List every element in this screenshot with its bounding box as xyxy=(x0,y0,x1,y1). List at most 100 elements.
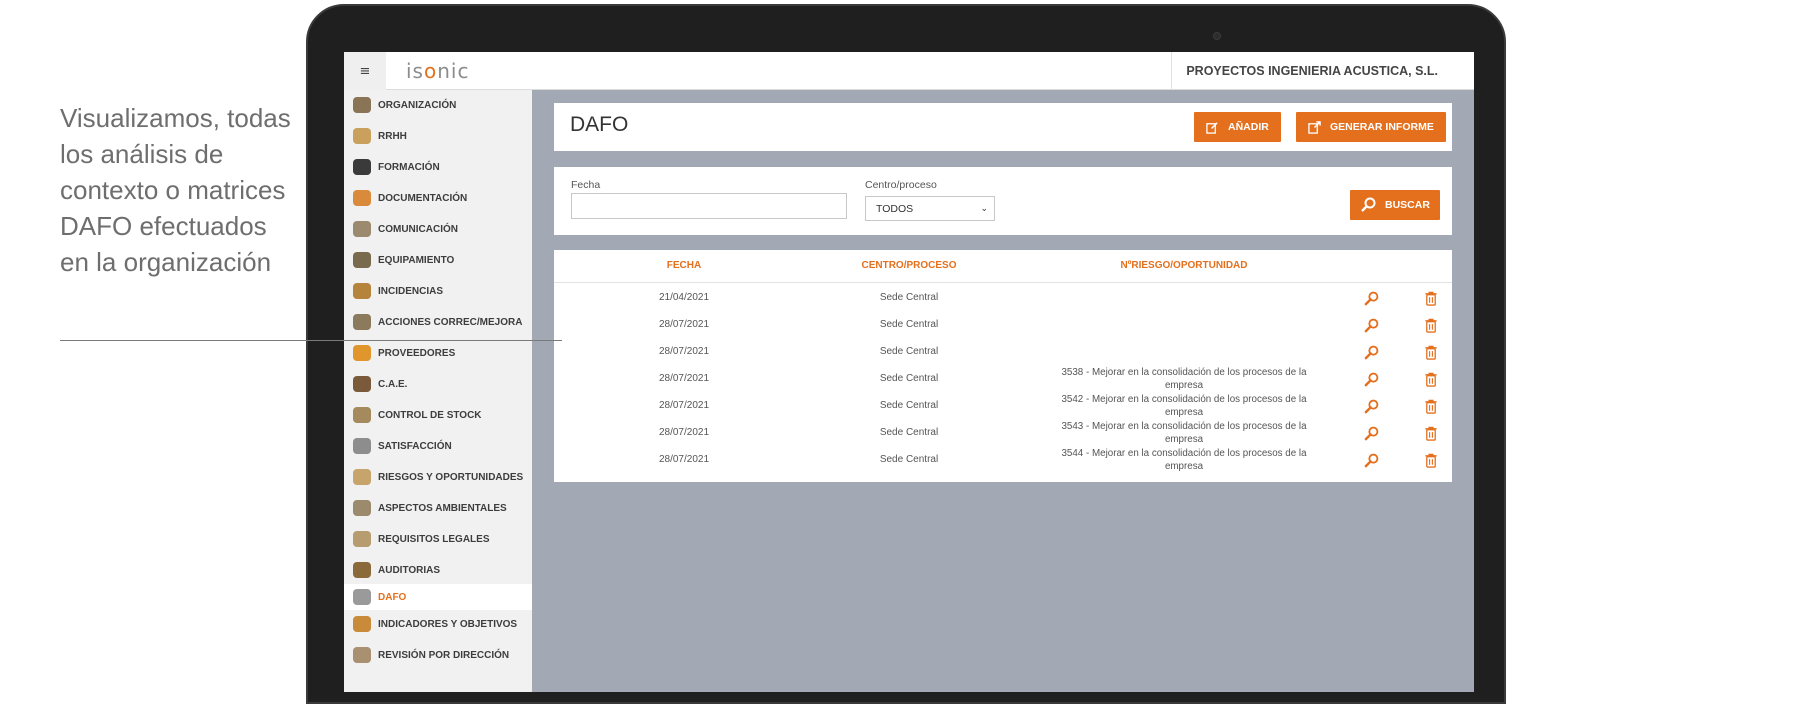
header-card: DAFO AÑADIR GENERAR INFORME xyxy=(554,103,1452,151)
view-icon[interactable] xyxy=(1362,424,1380,442)
view-icon[interactable] xyxy=(1362,316,1380,334)
chevron-down-icon: ⌄ xyxy=(980,204,988,214)
folder-icon xyxy=(350,187,374,209)
search-button-label: BUSCAR xyxy=(1385,199,1430,211)
sidebar-item-19[interactable]: REVISIÓN POR DIRECCIÓN xyxy=(344,642,532,668)
camera-icon xyxy=(1213,32,1221,40)
trash-icon[interactable] xyxy=(1422,289,1440,307)
column-header-fecha[interactable]: FECHA xyxy=(644,260,724,271)
sidebar-item-4[interactable]: DOCUMENTACIÓN xyxy=(344,185,532,211)
sidebar-item-label: EQUIPAMIENTO xyxy=(378,254,455,266)
view-icon[interactable] xyxy=(1362,343,1380,361)
book-icon xyxy=(350,528,374,550)
tools-icon xyxy=(350,249,374,271)
trash-icon[interactable] xyxy=(1422,370,1440,388)
centro-select-value: TODOS xyxy=(876,202,914,215)
sidebar-item-6[interactable]: EQUIPAMIENTO xyxy=(344,247,532,273)
header-divider xyxy=(554,282,1452,283)
sidebar-item-9[interactable]: PROVEEDORES xyxy=(344,340,532,366)
top-bar: ≡ isonic PROYECTOS INGENIERIA ACUSTICA, … xyxy=(344,52,1474,90)
graduation-cap-icon xyxy=(350,156,374,178)
cell-centro: Sede Central xyxy=(879,400,939,411)
generate-report-button[interactable]: GENERAR INFORME xyxy=(1296,112,1446,142)
gears-icon xyxy=(350,435,374,457)
sidebar-item-14[interactable]: ASPECTOS AMBIENTALES xyxy=(344,495,532,521)
cell-centro: Sede Central xyxy=(879,319,939,330)
sidebar-item-label: AUDITORIAS xyxy=(378,564,441,576)
table-row: 21/04/2021 Sede Central xyxy=(554,284,1452,311)
trash-icon[interactable] xyxy=(1422,424,1440,442)
sidebar-item-13[interactable]: RIESGOS Y OPORTUNIDADES xyxy=(344,464,532,490)
cell-riesgo: 3542 - Mejorar en la consolidación de lo… xyxy=(1054,393,1314,419)
centro-select[interactable]: TODOS ⌄ xyxy=(865,196,995,221)
table-row: 28/07/2021 Sede Central 3542 - Mejorar en … xyxy=(554,392,1452,419)
box-icon xyxy=(350,342,374,364)
sidebar-item-10[interactable]: C.A.E. xyxy=(344,371,532,397)
column-header-centro[interactable]: CENTRO/PROCESO xyxy=(854,260,964,271)
column-header-riesgo[interactable]: NºRIESGO/OPORTUNIDAD xyxy=(1114,260,1254,271)
search-button[interactable]: BUSCAR xyxy=(1350,190,1440,220)
sidebar-item-label: COMUNICACIÓN xyxy=(378,223,458,235)
sidebar-item-16[interactable]: AUDITORIAS xyxy=(344,557,532,583)
review-icon xyxy=(350,644,374,666)
isonic-logo: isonic xyxy=(406,59,470,83)
table-row: 28/07/2021 Sede Central 3543 - Mejorar en … xyxy=(554,419,1452,446)
sidebar-item-18[interactable]: INDICADORES Y OBJETIVOS xyxy=(344,611,532,637)
menu-icon: ≡ xyxy=(359,63,371,79)
page-title: DAFO xyxy=(570,113,629,136)
table-row: 28/07/2021 Sede Central 3544 - Mejorar en … xyxy=(554,446,1452,473)
trash-icon[interactable] xyxy=(1422,343,1440,361)
cell-fecha: 28/07/2021 xyxy=(658,454,710,465)
sidebar-item-label: ASPECTOS AMBIENTALES xyxy=(378,502,507,514)
sidebar-item-11[interactable]: CONTROL DE STOCK xyxy=(344,402,532,428)
cell-riesgo-line-1: 3543 - Mejorar en la consolidación de lo… xyxy=(1061,421,1307,432)
view-icon[interactable] xyxy=(1362,289,1380,307)
sidebar-item-12[interactable]: SATISFACCIÓN xyxy=(344,433,532,459)
trash-icon[interactable] xyxy=(1422,451,1440,469)
fecha-input[interactable] xyxy=(571,193,847,219)
add-button[interactable]: AÑADIR xyxy=(1194,112,1281,142)
cell-riesgo: 3538 - Mejorar en la consolidación de lo… xyxy=(1054,366,1314,392)
sidebar-item-7[interactable]: INCIDENCIAS xyxy=(344,278,532,304)
sidebar-item-label: REVISIÓN POR DIRECCIÓN xyxy=(378,649,510,661)
clipboard-icon xyxy=(350,466,374,488)
view-icon[interactable] xyxy=(1362,397,1380,415)
cell-centro: Sede Central xyxy=(879,373,939,384)
sidebar-item-label: INDICADORES Y OBJETIVOS xyxy=(378,618,518,630)
cell-centro: Sede Central xyxy=(879,346,939,357)
sidebar-item-17[interactable]: DAFO xyxy=(344,584,532,610)
main-content: DAFO AÑADIR GENERAR INFORME Fecha Centro… xyxy=(532,90,1474,692)
sidebar-item-label: RIESGOS Y OPORTUNIDADES xyxy=(378,471,524,483)
sidebar-item-15[interactable]: REQUISITOS LEGALES xyxy=(344,526,532,552)
warning-icon xyxy=(350,280,374,302)
cell-fecha: 21/04/2021 xyxy=(658,292,710,303)
cell-riesgo: 3544 - Mejorar en la consolidación de lo… xyxy=(1054,447,1314,473)
people-icon xyxy=(350,125,374,147)
sidebar-item-label: ORGANIZACIÓN xyxy=(378,99,457,111)
table-row: 28/07/2021 Sede Central xyxy=(554,338,1452,365)
cell-centro: Sede Central xyxy=(879,454,939,465)
sidebar-item-5[interactable]: COMUNICACIÓN xyxy=(344,216,532,242)
add-button-label: AÑADIR xyxy=(1228,121,1269,133)
sidebar-item-8[interactable]: ACCIONES CORREC/MEJORA xyxy=(344,309,532,335)
menu-toggle-button[interactable]: ≡ xyxy=(344,52,386,90)
fecha-label: Fecha xyxy=(571,179,601,191)
view-icon[interactable] xyxy=(1362,451,1380,469)
sidebar-item-label: C.A.E. xyxy=(378,378,408,390)
cell-fecha: 28/07/2021 xyxy=(658,427,710,438)
cell-fecha: 28/07/2021 xyxy=(658,373,710,384)
cell-riesgo-line-2: empresa xyxy=(1164,407,1204,418)
sidebar-item-3[interactable]: FORMACIÓN xyxy=(344,154,532,180)
sidebar-item-2[interactable]: RRHH xyxy=(344,123,532,149)
caption-pointer-line xyxy=(60,340,562,341)
company-name[interactable]: PROYECTOS INGENIERIA ACUSTICA, S.L. xyxy=(1171,52,1474,90)
sidebar-item-label: SATISFACCIÓN xyxy=(378,440,452,452)
sidebar-item-1[interactable]: ORGANIZACIÓN xyxy=(344,92,532,118)
trash-icon[interactable] xyxy=(1422,316,1440,334)
sidebar: ORGANIZACIÓN RRHH FORMACIÓN DOCUMENTACIÓN CO… xyxy=(344,90,532,692)
view-icon[interactable] xyxy=(1362,370,1380,388)
chart-icon xyxy=(350,613,374,635)
cell-centro: Sede Central xyxy=(879,292,939,303)
sidebar-item-label: PROVEEDORES xyxy=(378,347,456,359)
trash-icon[interactable] xyxy=(1422,397,1440,415)
